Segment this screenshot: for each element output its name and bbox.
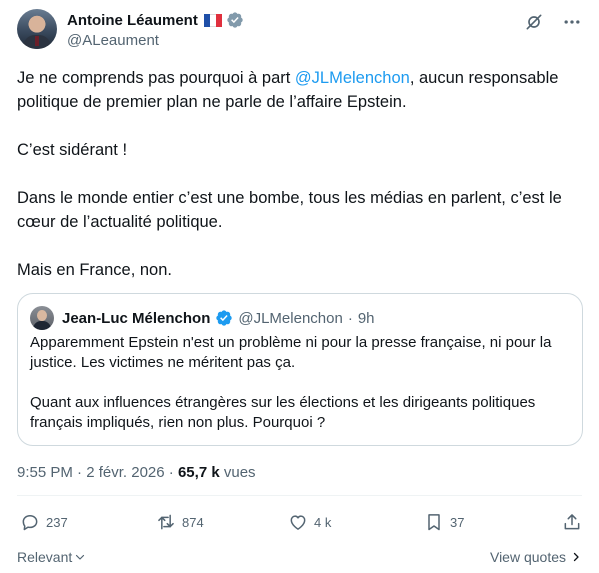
quoted-paragraph-2: Quant aux influences étrangères sur les … <box>30 394 536 431</box>
mention-link[interactable]: @JLMelenchon <box>295 69 410 87</box>
divider <box>17 495 582 496</box>
like-count: 4 k <box>314 514 332 530</box>
bookmark-icon <box>428 514 440 531</box>
tweet-header: Antoine Léaument @ALeaument <box>17 9 582 53</box>
repost-button[interactable]: 874 <box>156 512 204 532</box>
tweet-date[interactable]: 2 févr. 2026 <box>86 464 164 481</box>
quoted-author-name[interactable]: Jean-Luc Mélenchon <box>62 310 210 327</box>
verified-badge-icon <box>216 310 233 326</box>
sort-dropdown[interactable]: Relevant <box>17 549 86 565</box>
share-button[interactable] <box>562 512 582 532</box>
quoted-author-handle[interactable]: @JLMelenchon <box>238 310 342 327</box>
like-button[interactable]: 4 k <box>288 512 331 532</box>
separator-dot: · <box>168 464 174 481</box>
verified-badge-icon[interactable] <box>226 11 244 29</box>
author-avatar[interactable] <box>17 9 57 49</box>
share-icon <box>564 514 580 530</box>
tweet-paragraph-3: Dans le monde entier c’est une bombe, to… <box>17 189 562 231</box>
quoted-tweet-time[interactable]: 9h <box>358 310 375 327</box>
author-display-name[interactable]: Antoine Léaument <box>67 12 198 29</box>
separator-dot: · <box>347 309 353 327</box>
avatar-tie <box>35 36 39 46</box>
tweet-footer: Relevant View quotes <box>17 547 582 567</box>
bookmark-button[interactable]: 37 <box>424 512 464 532</box>
tweet-meta: 9:55 PM · 2 févr. 2026 · 65,7 k vues <box>17 464 256 481</box>
tweet-text-part: Je ne comprends pas pourquoi à part <box>17 69 295 87</box>
france-flag-icon <box>203 13 222 27</box>
views-label: vues <box>223 464 256 481</box>
quoted-paragraph-1: Apparemment Epstein n'est un problème ni… <box>30 334 552 371</box>
sort-label: Relevant <box>17 549 73 565</box>
repost-count: 874 <box>182 514 204 530</box>
separator-dot: · <box>77 464 83 481</box>
reply-button[interactable]: 237 <box>20 512 68 532</box>
quoted-tweet-header: Jean-Luc Mélenchon @JLMelenchon · 9h <box>30 306 375 330</box>
chevron-right-icon <box>573 552 579 562</box>
action-bar: 237 874 4 k 37 <box>17 512 582 538</box>
repost-icon <box>158 514 174 530</box>
quoted-author-avatar[interactable] <box>30 306 54 330</box>
grok-icon[interactable] <box>524 12 544 32</box>
bookmark-count: 37 <box>450 514 465 530</box>
views-count: 65,7 k <box>177 464 220 481</box>
tweet-time[interactable]: 9:55 PM <box>17 464 73 481</box>
tweet-text: Je ne comprends pas pourquoi à part @JLM… <box>17 66 582 282</box>
reply-icon <box>22 515 38 531</box>
heart-icon <box>290 515 306 530</box>
view-quotes-label: View quotes <box>489 549 566 565</box>
view-quotes-link[interactable]: View quotes <box>490 549 582 565</box>
reply-count: 237 <box>46 514 68 530</box>
tweet-paragraph-1: Je ne comprends pas pourquoi à part @JLM… <box>17 66 582 114</box>
more-icon[interactable] <box>562 12 582 32</box>
tweet-paragraph-4: Mais en France, non. <box>17 261 172 279</box>
chevron-down-icon <box>76 554 85 560</box>
author-handle[interactable]: @ALeaument <box>67 32 159 49</box>
quoted-tweet-text: Apparemment Epstein n'est un problème ni… <box>30 333 570 433</box>
tweet-paragraph-2: C’est sidérant ! <box>17 141 128 159</box>
author-name-row: Antoine Léaument <box>67 11 244 29</box>
quoted-tweet[interactable]: Jean-Luc Mélenchon @JLMelenchon · 9h App… <box>17 293 583 446</box>
